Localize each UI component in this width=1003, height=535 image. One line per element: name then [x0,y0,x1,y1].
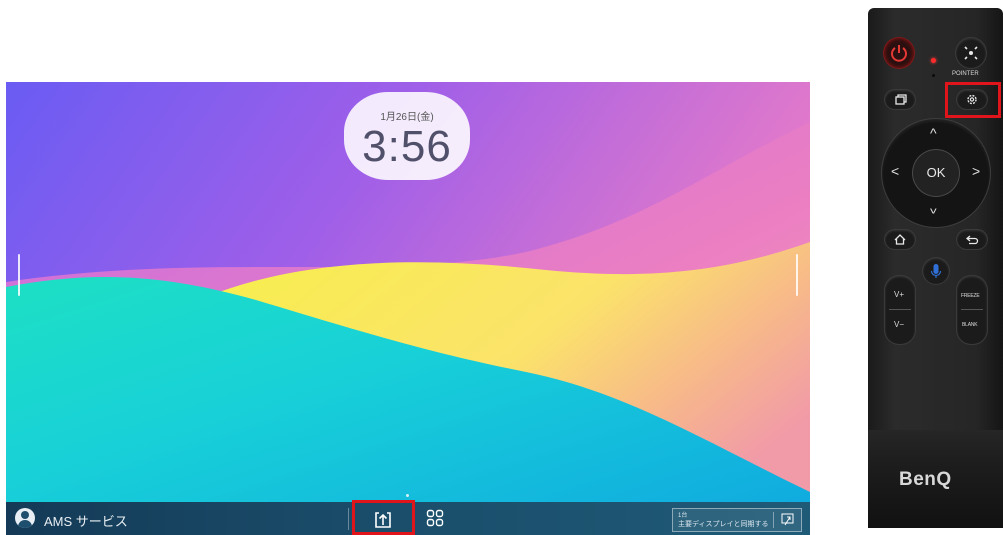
apps-button[interactable] [418,506,452,532]
ir-sensor [932,74,935,77]
dpad-left[interactable]: < [891,163,899,179]
volume-up-label[interactable]: V+ [894,290,904,299]
taskbar-divider [348,508,349,530]
rocker-divider [961,309,983,310]
dpad-right[interactable]: > [972,163,980,179]
volume-down-label[interactable]: V− [894,320,904,329]
remote-control: POINTER ^ ^ < > OK V+ V− FREEZE BLANK Be… [868,8,1003,528]
apps-grid-icon [426,509,444,527]
dpad-down[interactable]: ^ [930,201,937,217]
screen-share-button[interactable] [358,506,408,534]
right-edge-handle[interactable] [796,254,798,296]
ir-indicator-led [931,58,936,63]
window-icon [895,94,907,105]
user-name[interactable]: AMS サービス [44,511,128,530]
pointer-button[interactable] [956,38,986,68]
back-icon [965,235,979,245]
dpad: ^ ^ < > OK [882,119,990,227]
user-avatar-icon[interactable] [15,508,35,528]
window-button[interactable] [885,90,915,109]
pointer-icon [964,46,978,60]
sync-label: 主要ディスプレイと同期する [678,521,769,528]
clock-time: 3:56 [362,122,452,171]
home-icon [894,234,906,245]
sync-device-count: 1台 [678,513,688,519]
clock-date: 1月26日(金) [380,112,434,123]
cast-icon [781,513,794,526]
pointer-label: POINTER [952,71,979,77]
volume-rocker[interactable]: V+ V− [885,276,915,344]
page-indicator-dot [406,494,409,497]
dpad-up[interactable]: ^ [930,125,937,141]
blank-label[interactable]: BLANK [962,322,978,328]
microphone-icon [930,264,942,278]
left-edge-handle[interactable] [18,254,20,296]
power-button[interactable] [884,38,914,68]
freeze-blank-rocker[interactable]: FREEZE BLANK [957,276,987,344]
voice-button[interactable] [923,258,949,284]
rocker-divider [889,309,911,310]
taskbar: AMS サービス 1台 主要ディスプレイと同期する [6,502,810,535]
home-button[interactable] [885,230,915,249]
brand-logo: BenQ [899,469,952,490]
settings-icon [967,94,977,105]
freeze-label[interactable]: FREEZE [961,293,980,299]
ok-button[interactable]: OK [913,150,959,196]
settings-button[interactable] [957,90,987,109]
sync-display-button[interactable]: 1台 主要ディスプレイと同期する [672,508,802,532]
display-screen: 1月26日(金) 3:56 AMS サービス 1台 主要ディスプレイと同期する [6,82,810,535]
power-icon [891,45,907,62]
clock-widget: 1月26日(金) 3:56 [344,92,470,180]
back-button[interactable] [957,230,987,249]
sync-divider [773,512,774,528]
screen-share-icon [375,512,391,528]
